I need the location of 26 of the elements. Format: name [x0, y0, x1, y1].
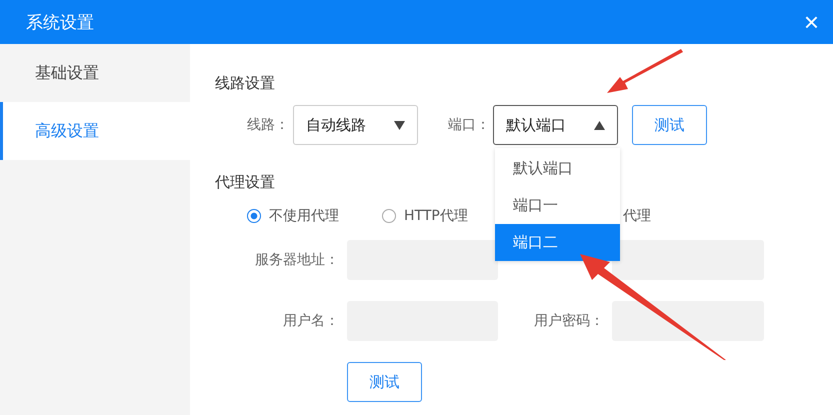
field-label: 用户名：	[282, 312, 340, 330]
input-field[interactable]	[612, 301, 764, 341]
radio-label: 代理	[623, 207, 651, 225]
close-button[interactable]: ×	[804, 9, 819, 35]
window-title: 系统设置	[26, 12, 94, 34]
input-field[interactable]	[347, 240, 498, 280]
radio-option[interactable]: 不使用代理	[247, 207, 339, 225]
field-label: 用户密码：	[533, 312, 605, 330]
dropdown-option[interactable]: 端口二	[495, 224, 620, 261]
section-title: 代理设置	[215, 173, 276, 192]
route-select[interactable]: 自动线路	[293, 105, 418, 145]
test-button[interactable]: 测试	[632, 105, 707, 145]
sidebar-item[interactable]: 基础设置	[0, 44, 190, 102]
port-label: 端口：	[448, 116, 491, 134]
caret-icon	[594, 120, 605, 130]
sidebar-item[interactable]: 高级设置	[0, 102, 190, 160]
dropdown-option[interactable]: 端口一	[495, 187, 620, 224]
input-field[interactable]	[612, 240, 764, 280]
dropdown-option[interactable]: 默认端口	[495, 150, 620, 187]
field-label: 服务器地址：	[254, 251, 340, 269]
route-label: 线路：	[247, 116, 290, 134]
section-title: 线路设置	[215, 74, 276, 93]
port-select[interactable]: 默认端口	[493, 105, 618, 145]
radio-option[interactable]: HTTP代理	[382, 207, 468, 225]
caret-icon	[394, 120, 405, 130]
test-button[interactable]: 测试	[347, 362, 422, 402]
